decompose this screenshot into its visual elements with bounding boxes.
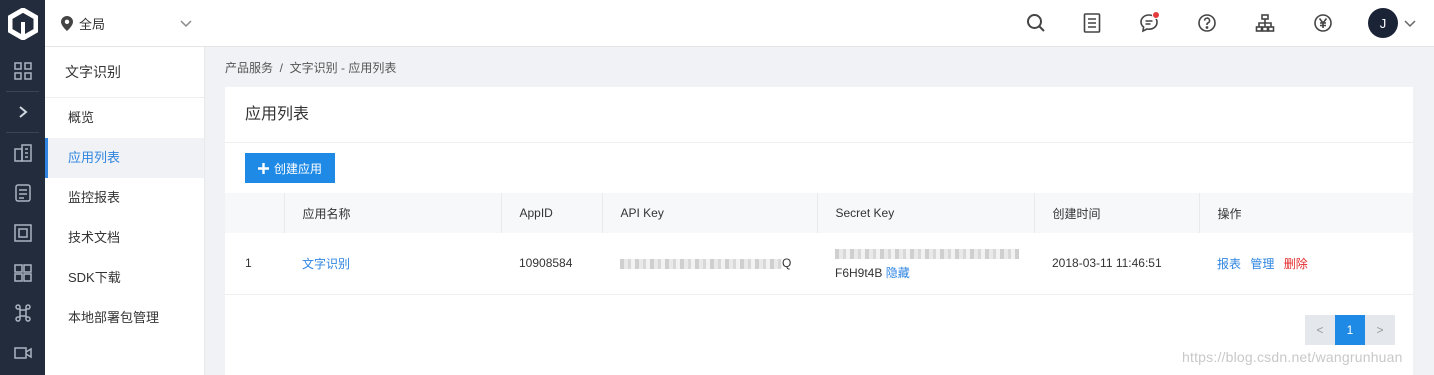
- delete-link[interactable]: 删除: [1284, 257, 1308, 271]
- icon-rail: [0, 0, 45, 375]
- report-link[interactable]: 报表: [1217, 257, 1241, 271]
- hide-secret-link[interactable]: 隐藏: [886, 266, 910, 280]
- video-icon[interactable]: [0, 333, 45, 373]
- create-app-label: 创建应用: [273, 161, 322, 176]
- create-app-button[interactable]: 创建应用: [245, 153, 335, 183]
- col-created: 创建时间: [1034, 193, 1200, 233]
- masked-api-key: [620, 259, 782, 270]
- document-icon[interactable]: [0, 173, 45, 213]
- top-bar: 全局 J: [45, 0, 1434, 47]
- secondary-sidebar: 文字识别 概览 应用列表 监控报表 技术文档 SDK下载 本地部署包管理: [45, 47, 205, 375]
- row-index: 1: [225, 233, 284, 295]
- message-icon[interactable]: [1136, 10, 1162, 36]
- next-page-button[interactable]: >: [1365, 315, 1395, 345]
- yen-icon[interactable]: [1310, 10, 1336, 36]
- pagination: < 1 >: [1305, 315, 1395, 345]
- created-cell: 2018-03-11 11:46:51: [1034, 233, 1199, 295]
- sidebar-item-monitoring[interactable]: 监控报表: [45, 178, 204, 218]
- frame-icon[interactable]: [0, 213, 45, 253]
- help-icon[interactable]: [1194, 10, 1220, 36]
- avatar[interactable]: J: [1368, 8, 1398, 38]
- chevron-down-icon: [180, 20, 192, 28]
- col-api-key: API Key: [602, 193, 818, 233]
- chevron-down-icon[interactable]: [1403, 16, 1417, 30]
- actions-cell: 报表 管理 删除: [1199, 233, 1413, 295]
- avatar-initial: J: [1379, 15, 1387, 31]
- col-index: [225, 193, 285, 233]
- app-table: 应用名称 AppID API Key Secret Key 创建时间 操作 1 …: [225, 193, 1413, 295]
- secret-key-tail: F6H9t4B: [835, 266, 883, 281]
- sidebar-item-overview[interactable]: 概览: [45, 98, 204, 138]
- expand-icon[interactable]: [0, 92, 45, 132]
- col-secret-key: Secret Key: [817, 193, 1035, 233]
- api-key-cell: Q: [602, 233, 817, 295]
- col-app-name: 应用名称: [284, 193, 502, 233]
- list-icon[interactable]: [1079, 10, 1105, 36]
- col-actions: 操作: [1199, 193, 1413, 233]
- building-icon[interactable]: [0, 133, 45, 173]
- page-title: 应用列表: [225, 87, 1413, 143]
- sidebar-title: 文字识别: [45, 47, 204, 98]
- api-key-suffix: Q: [782, 256, 792, 271]
- notification-dot: [1152, 11, 1160, 19]
- app-list-panel: 应用列表 创建应用 应用名称 AppID API Key Secret Key …: [225, 87, 1413, 375]
- watermark: https://blog.csdn.net/wangrunhuan: [1182, 349, 1403, 365]
- sidebar-item-sdk-download[interactable]: SDK下载: [45, 258, 204, 298]
- secret-key-cell: F6H9t4B 隐藏: [817, 233, 1034, 295]
- col-appid: AppID: [501, 193, 603, 233]
- sitemap-icon[interactable]: [1252, 10, 1278, 36]
- logo-icon[interactable]: [0, 0, 45, 47]
- plus-icon: [257, 162, 269, 174]
- table-row: 1 文字识别 10908584 Q F6H9t4B 隐藏 2018-03-11 …: [225, 233, 1413, 295]
- page-1-button[interactable]: 1: [1335, 315, 1365, 345]
- prev-page-button[interactable]: <: [1305, 315, 1335, 345]
- sidebar-item-app-list[interactable]: 应用列表: [45, 138, 204, 178]
- location-pin-icon: [61, 16, 73, 31]
- app-name-link[interactable]: 文字识别: [302, 257, 350, 271]
- appid-cell: 10908584: [501, 233, 602, 295]
- region-label: 全局: [79, 17, 106, 32]
- sidebar-item-docs[interactable]: 技术文档: [45, 218, 204, 258]
- breadcrumb: 产品服务 / 文字识别 - 应用列表: [225, 61, 397, 75]
- command-icon[interactable]: [0, 293, 45, 333]
- masked-secret-key: [835, 249, 1019, 260]
- sidebar-item-local-deploy[interactable]: 本地部署包管理: [45, 298, 204, 338]
- region-selector[interactable]: 全局: [61, 0, 192, 47]
- manage-link[interactable]: 管理: [1250, 257, 1274, 271]
- grid-icon[interactable]: [0, 51, 45, 91]
- apps-icon[interactable]: [0, 253, 45, 293]
- search-icon[interactable]: [1023, 10, 1049, 36]
